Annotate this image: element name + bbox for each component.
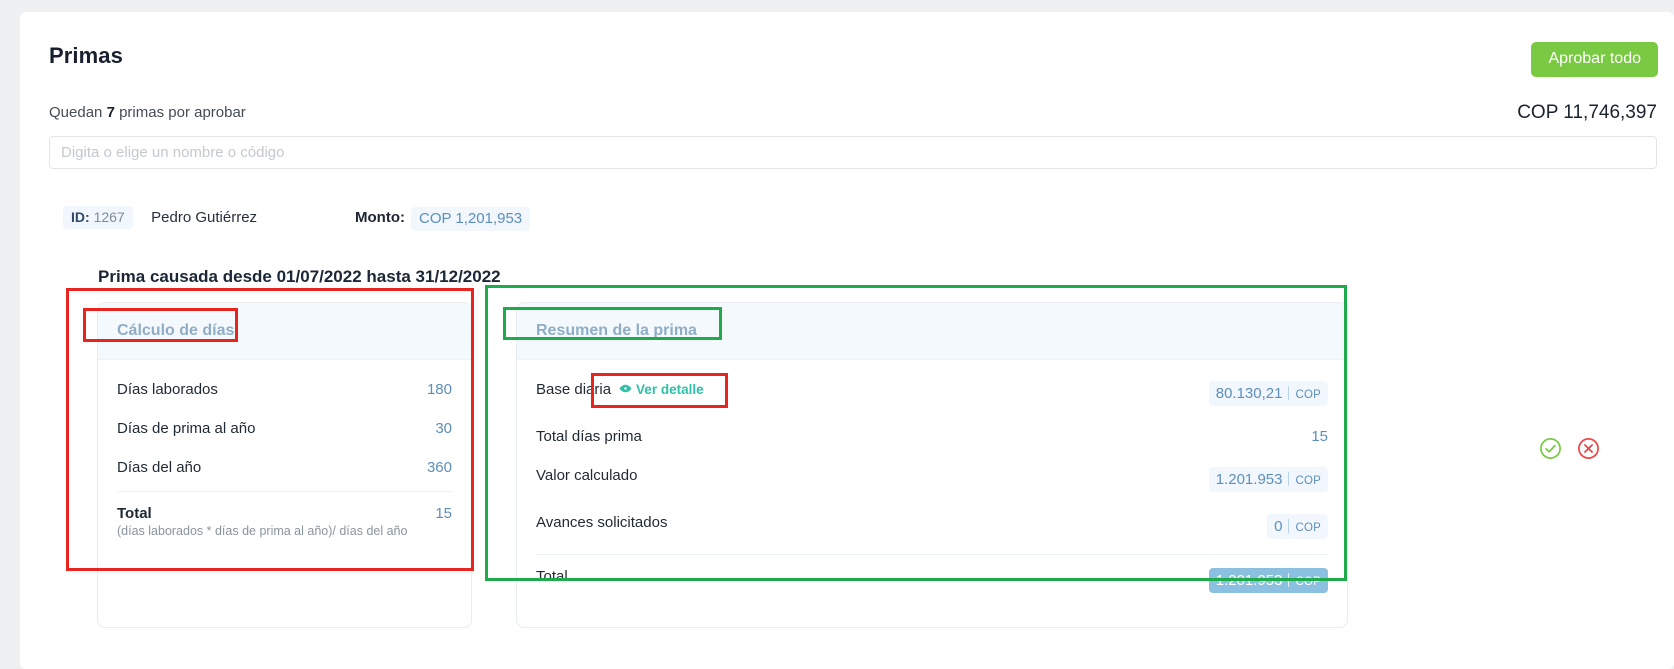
remaining-count: 7 <box>106 104 115 121</box>
row-label: Días de prima al año <box>117 420 256 437</box>
value-currency: COP <box>1295 475 1321 487</box>
value-chip: 80.130,21 COP <box>1208 381 1328 406</box>
row-actions <box>1539 437 1600 460</box>
row-value: 180 <box>426 381 452 398</box>
total-label: Total <box>117 505 152 522</box>
value-number: 80.130,21 <box>1215 385 1283 402</box>
row-label: Avances solicitados <box>536 514 668 531</box>
table-row: Días laborados 180 <box>117 370 452 409</box>
card-title-summary: Resumen de la prima <box>536 322 697 339</box>
row-value: 30 <box>435 420 452 437</box>
resumen-de-la-prima-card: Resumen de la prima Base diaria Ver deta… <box>516 302 1348 628</box>
row-value: 360 <box>426 459 452 476</box>
value-chip: 1.201.953 COP <box>1208 467 1328 492</box>
row-label: Días laborados <box>117 381 218 398</box>
page-title: Primas <box>49 43 123 68</box>
row-label-group: Base diaria Ver detalle <box>536 381 704 398</box>
check-circle-icon[interactable] <box>1539 437 1562 460</box>
card-header-days: Cálculo de días <box>98 303 471 360</box>
remaining-prefix: Quedan <box>49 104 103 121</box>
monto-label: Monto: <box>355 209 405 226</box>
card-header-summary: Resumen de la prima <box>517 303 1347 360</box>
chip-divider <box>1288 573 1290 587</box>
remaining-suffix: primas por aprobar <box>119 104 246 121</box>
table-row: Valor calculado 1.201.953 COP <box>536 456 1328 503</box>
approve-all-button[interactable]: Aprobar todo <box>1531 42 1658 77</box>
app-page: Primas Aprobar todo Quedan 7 primas por … <box>0 0 1674 669</box>
record-header: ID: 1267 Pedro Gutiérrez <box>63 206 257 232</box>
total-value-chip: 1.201.953 COP <box>1208 568 1328 593</box>
table-row: Días del año 360 <box>117 448 452 487</box>
row-value: 0 COP <box>1267 514 1328 539</box>
table-row: Avances solicitados 0 COP <box>536 503 1328 550</box>
table-row: Base diaria Ver detalle 80.130,21 COP <box>536 370 1328 417</box>
row-label: Total días prima <box>536 428 642 445</box>
value-currency: COP <box>1295 522 1321 534</box>
grand-total-amount: COP 11,746,397 <box>1517 102 1657 123</box>
chip-divider <box>1288 472 1290 486</box>
calculo-de-dias-card: Cálculo de días Días laborados 180 Días … <box>97 302 472 628</box>
search-box[interactable] <box>49 136 1657 169</box>
section-title: Prima causada desde 01/07/2022 hasta 31/… <box>98 267 501 286</box>
value-currency: COP <box>1295 389 1321 401</box>
total-label: Total <box>536 568 568 585</box>
monto-value: COP 1,201,953 <box>411 207 531 231</box>
value-number: 1.201.953 <box>1215 572 1283 589</box>
id-value: 1267 <box>93 209 125 225</box>
x-circle-icon[interactable] <box>1577 437 1600 460</box>
row-value: 15 <box>1311 428 1328 445</box>
row-value: 80.130,21 COP <box>1208 381 1328 406</box>
row-label: Valor calculado <box>536 467 638 484</box>
total-value: 15 <box>435 505 452 522</box>
value-currency: COP <box>1295 576 1321 588</box>
employee-name: Pedro Gutiérrez <box>151 209 258 226</box>
card-body-summary: Base diaria Ver detalle 80.130,21 COP To… <box>517 360 1347 604</box>
card-title-days: Cálculo de días <box>117 322 235 339</box>
row-value: 1.201.953 COP <box>1208 467 1328 492</box>
ver-detalle-label: Ver detalle <box>636 382 704 397</box>
value-number: 0 <box>1274 518 1283 535</box>
chip-divider <box>1288 519 1290 533</box>
total-label-group: Total (días laborados * días de prima al… <box>117 505 407 538</box>
table-row-total: Total 1.201.953 COP <box>536 554 1328 604</box>
value-chip: 0 COP <box>1267 514 1328 539</box>
id-label: ID: <box>71 209 90 225</box>
value-number: 1.201.953 <box>1215 471 1283 488</box>
remaining-count-text: Quedan 7 primas por aprobar <box>49 104 246 121</box>
ver-detalle-link[interactable]: Ver detalle <box>619 382 704 398</box>
table-row-total: Total (días laborados * días de prima al… <box>117 491 452 549</box>
employee-id-chip: ID: 1267 <box>63 206 133 229</box>
primas-panel: Primas Aprobar todo Quedan 7 primas por … <box>20 12 1674 669</box>
total-formula: (días laborados * días de prima al año)/… <box>117 524 408 538</box>
row-label: Base diaria <box>536 381 612 398</box>
chip-divider <box>1288 386 1290 400</box>
eye-icon <box>619 382 636 398</box>
table-row: Días de prima al año 30 <box>117 409 452 448</box>
table-row: Total días prima 15 <box>536 417 1328 456</box>
search-input[interactable] <box>50 137 1656 168</box>
value-number: 15 <box>1311 428 1328 445</box>
card-body-days: Días laborados 180 Días de prima al año … <box>98 360 471 549</box>
row-label: Días del año <box>117 459 202 476</box>
total-value: 1.201.953 COP <box>1208 568 1328 593</box>
